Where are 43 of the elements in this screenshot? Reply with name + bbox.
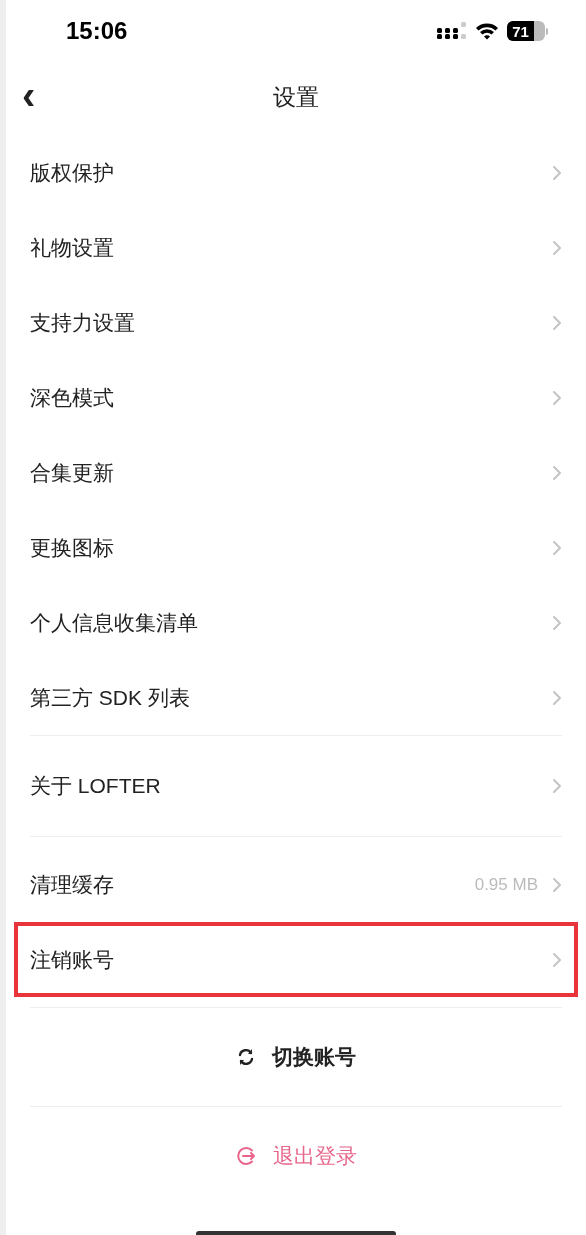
row-label: 支持力设置 [30, 309, 135, 336]
chevron-right-icon [552, 876, 562, 893]
row-label: 深色模式 [30, 384, 114, 411]
row-label: 第三方 SDK 列表 [30, 684, 190, 711]
settings-row[interactable]: 清理缓存 0.95 MB [30, 847, 562, 922]
settings-row[interactable]: 第三方 SDK 列表 [30, 660, 562, 735]
settings-row[interactable]: 关于 LOFTER [30, 736, 562, 836]
settings-row[interactable]: 注销账号 [14, 922, 578, 997]
settings-row[interactable]: 礼物设置 [30, 210, 562, 285]
row-label: 清理缓存 [30, 871, 114, 898]
chevron-right-icon [552, 314, 562, 331]
chevron-right-icon [552, 164, 562, 181]
row-label: 礼物设置 [30, 234, 114, 261]
battery-level: 71 [512, 23, 529, 39]
settings-row[interactable]: 个人信息收集清单 [30, 585, 562, 660]
status-time: 15:06 [66, 16, 128, 46]
chevron-right-icon [552, 464, 562, 481]
refresh-icon [236, 1047, 256, 1067]
chevron-right-icon [552, 539, 562, 556]
chevron-right-icon [552, 778, 562, 794]
row-label: 更换图标 [30, 534, 114, 561]
chevron-right-icon [552, 389, 562, 406]
chevron-right-icon [552, 689, 562, 706]
wifi-icon [475, 22, 499, 40]
page-title: 设置 [273, 83, 319, 113]
signal-icon [437, 22, 467, 40]
settings-row[interactable]: 更换图标 [30, 510, 562, 585]
row-label: 合集更新 [30, 459, 114, 486]
settings-row[interactable]: 版权保护 [30, 135, 562, 210]
chevron-right-icon [552, 614, 562, 631]
settings-row[interactable]: 支持力设置 [30, 285, 562, 360]
settings-row[interactable]: 深色模式 [30, 360, 562, 435]
row-label: 个人信息收集清单 [30, 609, 198, 636]
logout-icon [235, 1145, 257, 1167]
chevron-right-icon [552, 239, 562, 256]
row-label: 版权保护 [30, 159, 114, 186]
row-label: 关于 LOFTER [30, 773, 161, 800]
row-label: 注销账号 [30, 946, 114, 973]
back-button[interactable]: ‹ [22, 74, 36, 121]
row-value: 0.95 MB [474, 873, 538, 896]
switch-account-button[interactable]: 切换账号 [236, 1041, 356, 1073]
settings-row[interactable]: 合集更新 [30, 435, 562, 510]
chevron-right-icon [552, 951, 562, 968]
